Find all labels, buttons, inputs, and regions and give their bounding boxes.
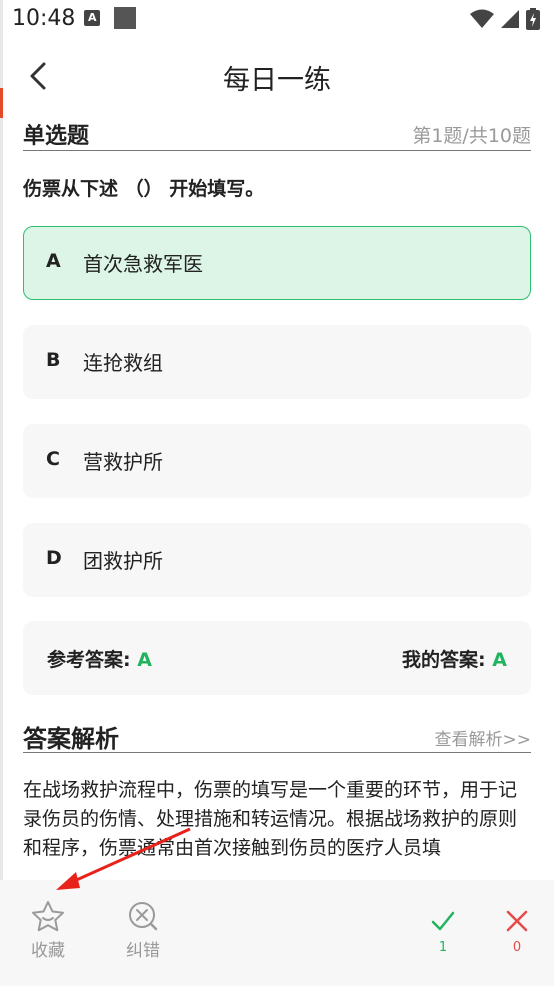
question-type: 单选题 — [23, 124, 90, 149]
report-error-label: 纠错 — [126, 941, 160, 961]
status-icons — [470, 8, 540, 30]
option-b[interactable]: B 连抢救组 — [23, 325, 531, 399]
question-progress: 第1题/共10题 — [412, 125, 531, 147]
reference-answer-label: 参考答案: — [47, 649, 131, 671]
option-text: 连抢救组 — [83, 351, 163, 375]
favorite-button[interactable]: 收藏 — [26, 900, 70, 961]
correct-count-value: 1 — [438, 940, 448, 955]
close-icon — [506, 910, 528, 932]
report-error-button[interactable]: 纠错 — [121, 900, 165, 961]
option-text: 首次急救军医 — [83, 252, 203, 276]
option-text: 团救护所 — [83, 549, 163, 573]
check-icon — [431, 911, 455, 931]
question-header: 单选题 第1题/共10题 — [23, 116, 531, 151]
notification-square-icon — [114, 7, 136, 29]
page-title: 每日一练 — [223, 65, 331, 96]
analysis-header: 答案解析 查看解析>> — [23, 718, 531, 753]
star-icon — [32, 901, 64, 932]
view-analysis-link[interactable]: 查看解析>> — [435, 725, 532, 750]
option-letter: B — [46, 349, 61, 371]
my-answer-label: 我的答案: — [402, 649, 486, 671]
status-time: 10:48 — [12, 6, 76, 31]
reference-answer-value: A — [137, 649, 152, 671]
option-letter: C — [46, 448, 60, 470]
correct-count[interactable]: 1 — [426, 908, 460, 955]
my-answer: 我的答案: A — [402, 645, 507, 672]
wifi-icon — [470, 9, 494, 28]
option-d[interactable]: D 团救护所 — [23, 523, 531, 597]
option-text: 营救护所 — [83, 450, 163, 474]
left-edge-strip — [0, 0, 3, 986]
reference-answer: 参考答案: A — [47, 645, 152, 672]
search-x-icon — [129, 902, 158, 931]
my-answer-value: A — [492, 649, 507, 671]
notification-icon: A — [84, 10, 100, 26]
battery-icon — [526, 8, 540, 30]
option-letter: A — [46, 250, 61, 272]
option-a[interactable]: A 首次急救军医 — [23, 226, 531, 300]
question-text: 伤票从下述 （） 开始填写。 — [23, 178, 265, 200]
option-c[interactable]: C 营救护所 — [23, 424, 531, 498]
analysis-text: 在战场救护流程中，伤票的填写是一个重要的环节，用于记录伤员的伤情、处理措施和转运… — [23, 779, 518, 859]
signal-icon — [501, 10, 519, 28]
wrong-count-value: 0 — [512, 940, 522, 955]
status-bar: 10:48 A — [0, 0, 554, 38]
answer-summary: 参考答案: A 我的答案: A — [23, 621, 531, 695]
wrong-count[interactable]: 0 — [500, 908, 534, 955]
bottom-toolbar: 收藏 纠错 1 0 — [0, 880, 554, 986]
option-letter: D — [46, 547, 62, 569]
analysis-title: 答案解析 — [23, 725, 119, 753]
top-app-bar: 每日一练 — [0, 48, 554, 104]
favorite-label: 收藏 — [31, 941, 65, 961]
